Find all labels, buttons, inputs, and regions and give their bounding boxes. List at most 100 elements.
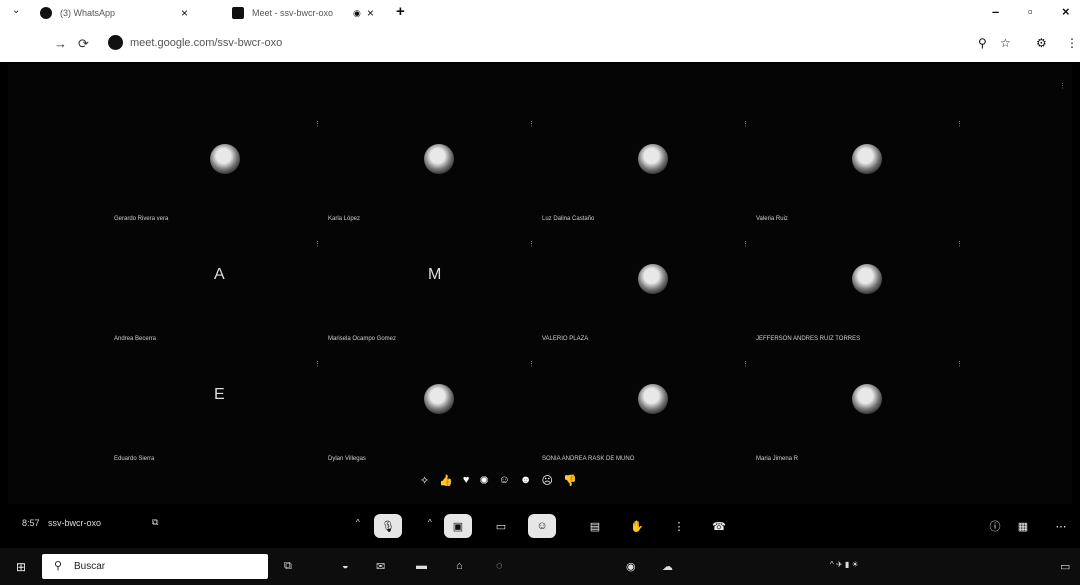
chat-icon: ▦ — [1017, 520, 1029, 533]
system-tray-icons[interactable]: ^ ✈ ▮ ☀ — [830, 560, 859, 569]
reaction-bar: ✧ 👍 ♥ ✺ ☺ ☻ ☹ 👎 — [420, 474, 577, 490]
mail-app-icon[interactable]: ✉ — [376, 560, 385, 573]
tile-options-icon[interactable]: ⋮ — [956, 360, 963, 368]
participant-tile[interactable]: ⋮ Valeria Ruiz — [756, 116, 971, 234]
audio-options-chevron-icon[interactable]: ^ — [356, 518, 360, 527]
thumbs-down-reaction-icon[interactable]: 👎 — [563, 474, 577, 490]
tile-options-icon[interactable]: ⋮ — [528, 240, 535, 248]
tile-options-icon[interactable]: ⋮ — [956, 240, 963, 248]
tab-title: (3) WhatsApp — [60, 8, 116, 18]
thumbs-up-reaction-icon[interactable]: 👍 — [439, 474, 453, 490]
activities-button[interactable]: ⋯ — [1050, 514, 1072, 538]
windows-start-icon[interactable]: ⊞ — [16, 560, 26, 574]
participant-tile[interactable]: ⋮ JEFFERSON ANDRES RUIZ TORRES — [756, 236, 971, 354]
participant-name: Dylan Villegas — [328, 456, 366, 462]
camera-off-button[interactable]: ▣ — [444, 514, 472, 538]
avatar-initial: E — [214, 386, 225, 403]
close-tab-icon[interactable]: × — [181, 6, 188, 20]
video-options-chevron-icon[interactable]: ^ — [428, 518, 432, 527]
avatar — [424, 384, 454, 414]
participant-tile[interactable]: ⋮ M Marisela Ocampo Gomez — [328, 236, 543, 354]
avatar — [638, 384, 668, 414]
participant-tile[interactable]: ⋮ Luz Dalina Castaño — [542, 116, 757, 234]
extensions-icon[interactable]: ⚙ — [1036, 36, 1047, 50]
maximize-button[interactable]: ▫ — [1028, 4, 1033, 19]
surprised-reaction-icon[interactable]: ☻ — [520, 474, 532, 490]
tab-meet[interactable]: Meet - ssv-bwcr-oxo ◉ × — [232, 4, 374, 22]
mic-off-icon: 🎙 — [381, 520, 395, 533]
participant-tile[interactable]: ⋮ VALERIO PLAZA — [542, 236, 757, 354]
tile-options-icon[interactable]: ⋮ — [742, 360, 749, 368]
chat-button[interactable]: ▦ — [1012, 514, 1034, 538]
meet-icon — [232, 7, 244, 19]
task-view-icon[interactable]: ⧉ — [284, 560, 292, 573]
windows-taskbar: ⊞ ⚲ Buscar ⧉ ◒ ✉ ▬ ⌂ ◌ ◉ ☁ ^ ✈ ▮ ☀ ▭ — [0, 548, 1080, 585]
meeting-controls-bar: 8:57 ssv-bwcr-oxo ⧉ ^ 🎙 ^ ▣ ▭ ☺ ▤ ✋ ⋮ ☎ … — [0, 506, 1080, 546]
close-tab-icon[interactable]: × — [367, 6, 374, 20]
close-window-button[interactable]: × — [1062, 4, 1070, 19]
tile-options-icon[interactable]: ⋮ — [314, 360, 321, 368]
participant-name: Valeria Ruiz — [756, 216, 788, 222]
present-icon: ▤ — [589, 520, 601, 533]
tile-options-icon[interactable]: ⋮ — [314, 120, 321, 128]
address-bar[interactable]: meet.google.com/ssv-bwcr-oxo — [130, 37, 282, 49]
avatar — [852, 264, 882, 294]
raise-hand-button[interactable]: ✋ — [626, 514, 648, 538]
captions-button[interactable]: ▭ — [490, 514, 512, 538]
app-icon[interactable]: ◌ — [496, 560, 503, 572]
participant-tile[interactable]: ⋮ Gerardo Rivera vera — [114, 116, 329, 234]
browser-menu-icon[interactable]: ⋮ — [1066, 36, 1078, 50]
site-info-icon[interactable] — [108, 35, 123, 50]
address-toolbar: → ⟳ meet.google.com/ssv-bwcr-oxo ⚲ ☆ ⚙ ⋮ — [0, 30, 1080, 60]
tile-options-icon[interactable]: ⋮ — [528, 360, 535, 368]
party-reaction-icon[interactable]: ✺ — [479, 474, 488, 490]
leave-call-button[interactable]: ☎ — [708, 514, 730, 538]
reload-icon[interactable]: ⟳ — [78, 36, 89, 52]
meeting-details-button[interactable]: ⓘ — [984, 514, 1006, 538]
microphone-off-button[interactable]: 🎙 — [374, 514, 402, 538]
more-options-button[interactable]: ⋮ — [668, 514, 690, 538]
avatar — [638, 144, 668, 174]
avatar — [852, 384, 882, 414]
tile-options-icon[interactable]: ⋮ — [528, 120, 535, 128]
weather-icon[interactable]: ☁ — [662, 560, 673, 573]
taskbar-search-box[interactable]: ⚲ Buscar — [42, 554, 268, 579]
participant-name: Andrea Becerra — [114, 336, 157, 342]
tile-options-icon[interactable]: ⋮ — [742, 120, 749, 128]
tile-options-icon[interactable]: ⋮ — [314, 240, 321, 248]
browser-app-icon[interactable]: ◒ — [342, 560, 349, 572]
tab-search-icon[interactable]: ⌄ — [12, 5, 20, 16]
meeting-time: 8:57 — [22, 518, 40, 528]
participant-tile[interactable]: ⋮ Karla López — [328, 116, 543, 234]
tab-bar: ⌄ (3) WhatsApp × Meet - ssv-bwcr-oxo ◉ ×… — [0, 0, 1080, 28]
file-explorer-icon[interactable]: ▬ — [416, 560, 427, 572]
apps-grid-icon: ⋯ — [1055, 520, 1067, 533]
heart-reaction-icon[interactable]: ♥ — [463, 474, 470, 490]
participant-tile[interactable]: ⋮ SONIA ANDREA RASK DE MUNO — [542, 356, 757, 474]
present-screen-button[interactable]: ▤ — [584, 514, 606, 538]
store-app-icon[interactable]: ⌂ — [456, 560, 463, 572]
participant-tile[interactable]: ⋮ Maria Jimena R — [756, 356, 971, 474]
new-tab-button[interactable]: + — [396, 3, 405, 20]
sparkle-reaction-icon[interactable]: ✧ — [420, 474, 429, 490]
participant-tile[interactable]: ⋮ Dylan Villegas — [328, 356, 543, 474]
notifications-icon[interactable]: ▭ — [1060, 560, 1070, 573]
tile-options-icon[interactable]: ⋮ — [742, 240, 749, 248]
browser-chrome: ⌄ (3) WhatsApp × Meet - ssv-bwcr-oxo ◉ ×… — [0, 0, 1080, 62]
participant-tile[interactable]: ⋮ E Eduardo Sierra — [114, 356, 329, 474]
tile-options-icon[interactable]: ⋮ — [956, 120, 963, 128]
bookmark-star-icon[interactable]: ☆ — [1000, 36, 1011, 50]
reactions-button[interactable]: ☺ — [528, 514, 556, 538]
chrome-app-icon[interactable]: ◉ — [626, 560, 636, 573]
sad-reaction-icon[interactable]: ☹ — [541, 474, 552, 490]
avatar — [424, 144, 454, 174]
more-options-icon[interactable]: ⋮ — [1059, 82, 1066, 90]
copy-info-icon[interactable]: ⧉ — [152, 517, 158, 528]
zoom-icon[interactable]: ⚲ — [978, 36, 987, 50]
forward-icon[interactable]: → — [54, 36, 67, 51]
participant-name: Maria Jimena R — [756, 456, 799, 462]
participant-tile[interactable]: ⋮ A Andrea Becerra — [114, 236, 329, 354]
laugh-reaction-icon[interactable]: ☺ — [499, 474, 510, 490]
tab-whatsapp[interactable]: (3) WhatsApp × — [40, 4, 188, 22]
minimize-button[interactable]: – — [992, 4, 999, 19]
